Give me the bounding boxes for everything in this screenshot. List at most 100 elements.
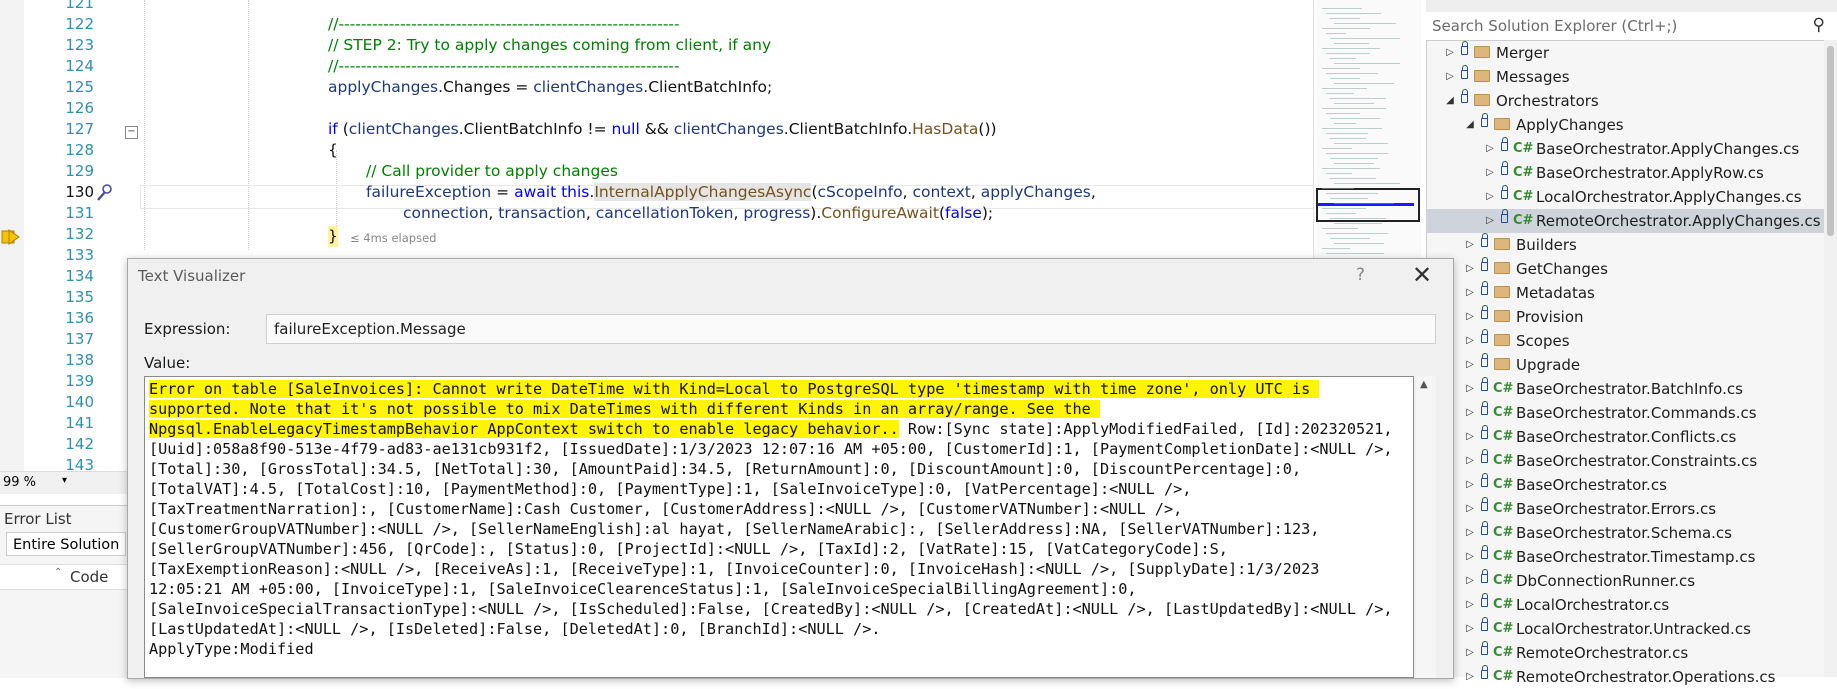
column-header-code[interactable]: Code [70, 568, 108, 586]
value-scrollbar[interactable] [1416, 376, 1436, 678]
expanded-arrow-icon[interactable]: ◢ [1444, 89, 1456, 113]
error-scope-dropdown[interactable]: Entire Solution [6, 532, 126, 556]
tree-item[interactable]: ◢ Orchestrators [1426, 89, 1826, 113]
tree-item[interactable]: ▷ Builders [1426, 233, 1826, 257]
code-line-128: { [328, 141, 338, 159]
csharp-file-icon: C# [1493, 429, 1514, 444]
code-line-124: //--------------------------------------… [328, 57, 680, 75]
collapsed-arrow-icon[interactable]: ▷ [1464, 521, 1476, 545]
tree-item[interactable]: ▷ C# BaseOrchestrator.ApplyRow.cs [1426, 161, 1826, 185]
collapsed-arrow-icon[interactable]: ▷ [1444, 65, 1456, 89]
token: if [328, 120, 338, 138]
collapsed-arrow-icon[interactable]: ▷ [1464, 665, 1476, 689]
collapsed-arrow-icon[interactable]: ▷ [1464, 593, 1476, 617]
tree-item[interactable]: ▷ C# BaseOrchestrator.Schema.cs [1426, 521, 1826, 545]
minimap-line [1326, 73, 1378, 74]
tree-item[interactable]: ▷ C# BaseOrchestrator.Commands.cs [1426, 401, 1826, 425]
tree-item[interactable]: ▷ Scopes [1426, 329, 1826, 353]
collapsed-arrow-icon[interactable]: ▷ [1464, 377, 1476, 401]
tree-item[interactable]: ▷ C# DbConnectionRunner.cs [1426, 569, 1826, 593]
collapsed-arrow-icon[interactable]: ▷ [1484, 185, 1496, 209]
collapsed-arrow-icon[interactable]: ▷ [1464, 305, 1476, 329]
tree-item[interactable]: ▷ Messages [1426, 65, 1826, 89]
close-icon[interactable]: ✕ [1412, 261, 1432, 289]
code-line-132: } [328, 226, 338, 247]
zoom-control[interactable]: 99 % ▾ [0, 471, 130, 494]
tree-item[interactable]: ▷ C# BaseOrchestrator.Constraints.cs [1426, 449, 1826, 473]
csharp-file-icon: C# [1493, 405, 1514, 420]
search-input[interactable]: Search Solution Explorer (Ctrl+;) [1432, 17, 1677, 35]
tree-item[interactable]: ▷ C# RemoteOrchestrator.Operations.cs [1426, 665, 1826, 689]
token: clientChanges [533, 78, 644, 96]
tree-item[interactable]: ▷ C# BaseOrchestrator.ApplyChanges.cs [1426, 137, 1826, 161]
tree-item-label: LocalOrchestrator.ApplyChanges.cs [1536, 188, 1802, 206]
tree-item[interactable]: ▷ Provision [1426, 305, 1826, 329]
line-number: 124 [65, 57, 94, 75]
collapsed-arrow-icon[interactable]: ▷ [1484, 137, 1496, 161]
solution-explorer-search[interactable]: Search Solution Explorer (Ctrl+;) ⚲ [1426, 12, 1837, 41]
value-text[interactable]: Error on table [SaleInvoices]: Cannot wr… [149, 379, 1399, 659]
minimap-line [1326, 153, 1388, 154]
tree-item[interactable]: ▷ C# BaseOrchestrator.Timestamp.cs [1426, 545, 1826, 569]
collapsed-arrow-icon[interactable]: ▷ [1464, 545, 1476, 569]
csharp-file-icon: C# [1513, 213, 1534, 228]
collapsed-arrow-icon[interactable]: ▷ [1484, 209, 1496, 233]
collapsed-arrow-icon[interactable]: ▷ [1464, 353, 1476, 377]
zoom-value[interactable]: 99 % [3, 475, 36, 490]
elapsed-time-tip[interactable]: ≤ 4ms elapsed [350, 231, 436, 245]
fold-toggle[interactable]: − [125, 126, 138, 139]
tree-item[interactable]: ◢ ApplyChanges [1426, 113, 1826, 137]
tree-item[interactable]: ▷ C# LocalOrchestrator.ApplyChanges.cs [1426, 185, 1826, 209]
tree-item[interactable]: ▷ Metadatas [1426, 281, 1826, 305]
minimap-line [1326, 253, 1384, 254]
expanded-arrow-icon[interactable]: ◢ [1464, 113, 1476, 137]
tree-item[interactable]: ▷ C# RemoteOrchestrator.ApplyChanges.cs [1426, 209, 1826, 233]
tree-item[interactable]: ▷ C# BaseOrchestrator.BatchInfo.cs [1426, 377, 1826, 401]
tree-item[interactable]: ▷ C# BaseOrchestrator.Conflicts.cs [1426, 425, 1826, 449]
collapsed-arrow-icon[interactable]: ▷ [1484, 161, 1496, 185]
collapsed-arrow-icon[interactable]: ▷ [1464, 233, 1476, 257]
expression-field[interactable]: failureException.Message [266, 314, 1436, 344]
collapsed-arrow-icon[interactable]: ▷ [1464, 449, 1476, 473]
line-number: 142 [65, 435, 94, 453]
line-number: 125 [65, 78, 94, 96]
tree-item[interactable]: ▷ C# LocalOrchestrator.cs [1426, 593, 1826, 617]
lock-icon [1481, 545, 1488, 559]
tree-item[interactable]: ▷ GetChanges [1426, 257, 1826, 281]
collapsed-arrow-icon[interactable]: ▷ [1464, 281, 1476, 305]
minimap-line [1330, 238, 1370, 239]
tree-item[interactable]: ▷ C# BaseOrchestrator.cs [1426, 473, 1826, 497]
line-number: 136 [65, 309, 94, 327]
value-textbox[interactable]: Error on table [SaleInvoices]: Cannot wr… [144, 376, 1414, 678]
collapsed-arrow-icon[interactable]: ▷ [1464, 329, 1476, 353]
collapsed-arrow-icon[interactable]: ▷ [1464, 257, 1476, 281]
collapsed-arrow-icon[interactable]: ▷ [1464, 569, 1476, 593]
collapsed-arrow-icon[interactable]: ▷ [1464, 617, 1476, 641]
tree-item[interactable]: ▷ C# LocalOrchestrator.Untracked.cs [1426, 617, 1826, 641]
csharp-file-icon: C# [1493, 453, 1514, 468]
collapsed-arrow-icon[interactable]: ▷ [1444, 41, 1456, 65]
token: , [488, 204, 499, 222]
chevron-down-icon[interactable]: ▾ [62, 475, 67, 486]
tree-item[interactable]: ▷ Merger [1426, 41, 1826, 65]
quick-action-brush-icon[interactable] [95, 183, 113, 203]
minimap-line [1330, 58, 1356, 59]
scroll-up-icon[interactable]: ▲ [1420, 379, 1428, 390]
tree-item[interactable]: ▷ C# BaseOrchestrator.Errors.cs [1426, 497, 1826, 521]
search-icon[interactable]: ⚲ [1813, 15, 1825, 35]
tree-item[interactable]: ▷ C# RemoteOrchestrator.cs [1426, 641, 1826, 665]
scrollbar-thumb[interactable] [1827, 46, 1834, 236]
help-icon[interactable]: ? [1356, 265, 1365, 285]
collapsed-arrow-icon[interactable]: ▷ [1464, 401, 1476, 425]
collapsed-arrow-icon[interactable]: ▷ [1464, 641, 1476, 665]
error-list-title[interactable]: Error List [4, 510, 72, 528]
lock-icon [1501, 209, 1508, 223]
collapsed-arrow-icon[interactable]: ▷ [1464, 425, 1476, 449]
lock-icon [1481, 449, 1488, 463]
tree-item[interactable]: ▷ Upgrade [1426, 353, 1826, 377]
minimap[interactable] [1313, 0, 1421, 260]
minimap-line [1322, 48, 1380, 49]
token: , [733, 204, 744, 222]
collapsed-arrow-icon[interactable]: ▷ [1464, 497, 1476, 521]
collapsed-arrow-icon[interactable]: ▷ [1464, 473, 1476, 497]
